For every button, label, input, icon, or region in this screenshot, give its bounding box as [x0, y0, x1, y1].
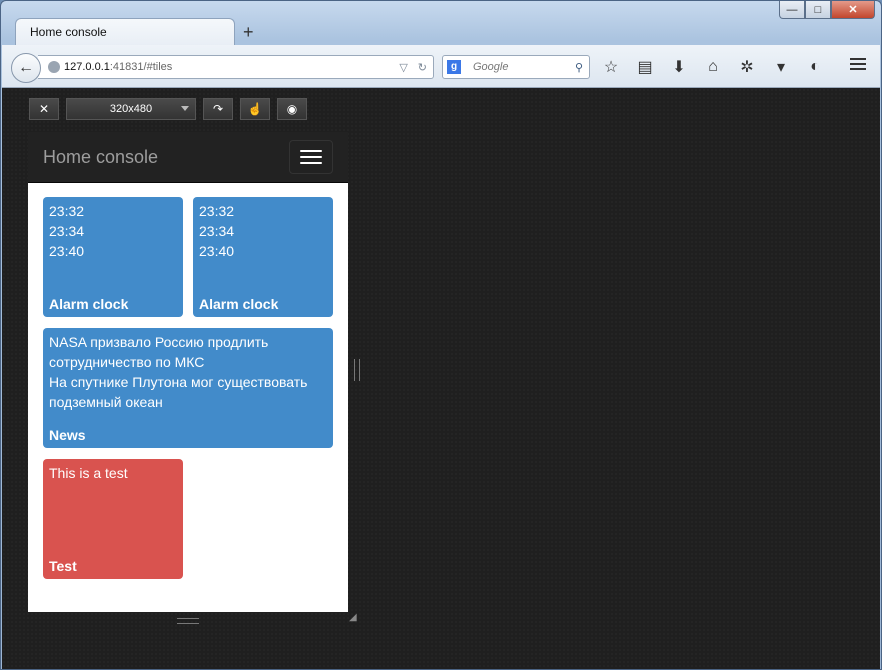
bookmark-star-icon[interactable]: ☆	[600, 57, 622, 77]
tile-name: Alarm clock	[199, 296, 279, 312]
search-placeholder: Google	[473, 61, 509, 73]
tile-line: 23:32	[199, 203, 235, 219]
window-controls: — □ ✕	[779, 1, 875, 19]
url-bar[interactable]: 127.0.0.1 :41831/#tiles ▽ ↻	[38, 55, 434, 79]
url-host: 127.0.0.1	[64, 61, 110, 73]
download-icon[interactable]: ⬇	[668, 57, 690, 77]
tile-name: Alarm clock	[49, 296, 129, 312]
app-navbar: Home console	[28, 132, 348, 183]
corner-resize-handle[interactable]: ◢	[349, 612, 357, 623]
browser-tab[interactable]: Home console	[15, 18, 235, 46]
minimize-button[interactable]: —	[779, 1, 805, 19]
touch-simulation-button[interactable]: ☝	[240, 98, 270, 120]
new-tab-button[interactable]: +	[243, 22, 254, 43]
tab-title: Home console	[30, 25, 107, 39]
page-content: ✕ 320x480 ↷ ☝ ◉ Home console 23:32 23:34…	[2, 88, 880, 669]
tile-line: 23:34	[199, 223, 235, 239]
device-viewport: Home console 23:32 23:34 23:40 Alarm clo…	[28, 132, 348, 612]
vertical-resize-handle[interactable]	[177, 618, 199, 624]
close-responsive-button[interactable]: ✕	[29, 98, 59, 120]
globe-icon	[48, 61, 60, 73]
tile-test[interactable]: This is a test Test	[43, 459, 183, 579]
bookmarks-list-icon[interactable]: ▤	[634, 57, 656, 77]
screen-size-value: 320x480	[109, 103, 153, 115]
chevron-down-icon	[181, 106, 189, 111]
chevron-down-icon[interactable]: ▾	[770, 57, 792, 77]
firebug-icon[interactable]: ✲	[736, 57, 758, 77]
tile-alarm-clock-1[interactable]: 23:32 23:34 23:40 Alarm clock	[43, 197, 183, 317]
horizontal-resize-handle[interactable]	[354, 359, 360, 381]
tile-name: News	[49, 427, 86, 443]
tile-line: 23:40	[199, 243, 235, 259]
navbar-toggle-button[interactable]	[289, 140, 333, 174]
google-icon[interactable]: g	[447, 60, 461, 74]
tile-name: Test	[49, 558, 77, 574]
tile-line: 23:40	[49, 243, 85, 259]
color-wheel-icon[interactable]: ◐	[804, 57, 826, 77]
home-icon[interactable]: ⌂	[702, 57, 724, 77]
search-bar[interactable]: g Google ⚲	[442, 55, 590, 79]
tile-news[interactable]: NASA призвало Россию продлить сотрудниче…	[43, 328, 333, 448]
tile-line: На спутнике Плутона мог существовать под…	[49, 374, 308, 410]
reload-icon[interactable]: ↻	[418, 61, 427, 74]
navigation-toolbar: 127.0.0.1 :41831/#tiles ▽ ↻ ← g Google ⚲…	[2, 45, 880, 88]
tile-line: NASA призвало Россию продлить сотрудниче…	[49, 334, 269, 370]
screenshot-button[interactable]: ◉	[277, 98, 307, 120]
screen-size-select[interactable]: 320x480	[66, 98, 196, 120]
app-brand[interactable]: Home console	[43, 147, 158, 168]
tile-line: This is a test	[49, 465, 128, 481]
back-arrow-icon: ←	[18, 59, 34, 76]
rotate-button[interactable]: ↷	[203, 98, 233, 120]
url-path: :41831/#tiles	[109, 61, 173, 73]
dropdown-arrow-icon[interactable]: ▽	[399, 61, 407, 74]
tile-alarm-clock-2[interactable]: 23:32 23:34 23:40 Alarm clock	[193, 197, 333, 317]
browser-window: — □ ✕ Home console + 127.0.0.1 :41831/#t…	[0, 0, 882, 670]
tile-line: 23:34	[49, 223, 85, 239]
menu-icon[interactable]	[850, 58, 866, 70]
close-window-button[interactable]: ✕	[831, 1, 875, 19]
responsive-design-toolbar: ✕ 320x480 ↷ ☝ ◉	[29, 98, 307, 120]
maximize-button[interactable]: □	[805, 1, 831, 19]
browser-tools: ☆ ▤ ⬇ ⌂ ✲ ▾ ◐	[600, 57, 826, 77]
tile-line: 23:32	[49, 203, 85, 219]
search-icon[interactable]: ⚲	[575, 61, 583, 74]
back-button[interactable]: ←	[11, 53, 41, 83]
